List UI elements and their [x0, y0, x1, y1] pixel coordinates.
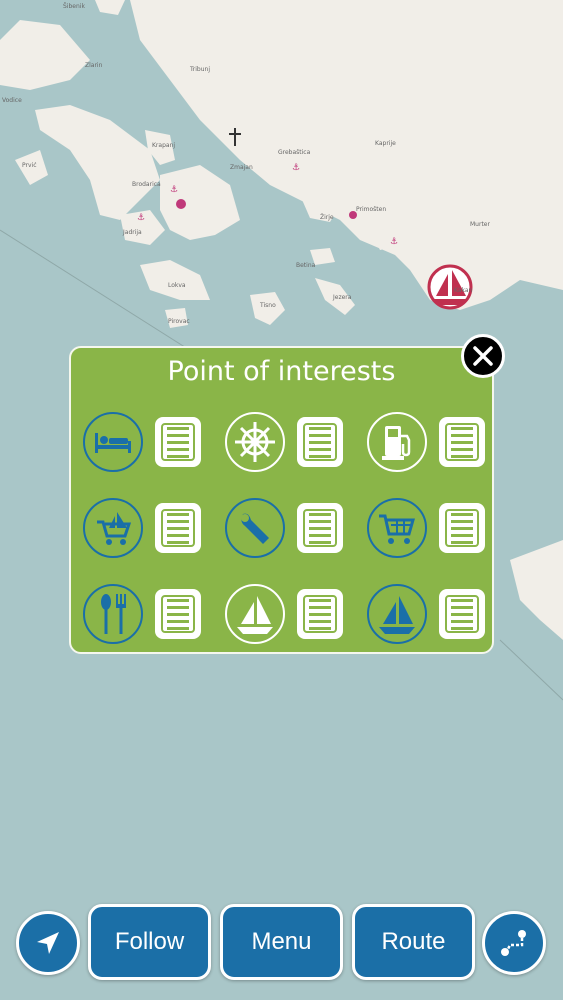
map-label: Vodice: [2, 97, 22, 104]
map-label: Tribunj: [190, 66, 210, 73]
list-button[interactable]: [297, 417, 343, 467]
close-button[interactable]: [461, 334, 505, 378]
route-button[interactable]: Route: [352, 904, 475, 980]
route-path-button[interactable]: [482, 911, 546, 975]
sailboat-blue-icon[interactable]: [367, 584, 427, 644]
anchor-icon[interactable]: ⚓: [137, 213, 145, 223]
map-label: Jadrija: [123, 229, 142, 236]
wrench-icon[interactable]: [225, 498, 285, 558]
list-button[interactable]: [297, 589, 343, 639]
map-label: Primošten: [356, 206, 387, 213]
fuel-pump-icon[interactable]: [367, 412, 427, 472]
map-label: Šibenik: [63, 3, 85, 10]
anchor-icon[interactable]: ⚓: [292, 163, 300, 173]
menu-button[interactable]: Menu: [220, 904, 343, 980]
svg-text:⚓: ⚓: [292, 163, 300, 173]
map-label: Prvić: [22, 162, 37, 169]
list-button[interactable]: [439, 503, 485, 553]
list-button[interactable]: [155, 417, 201, 467]
list-button[interactable]: [155, 589, 201, 639]
list-button[interactable]: [297, 503, 343, 553]
bed-icon[interactable]: [83, 412, 143, 472]
locate-button[interactable]: [16, 911, 80, 975]
list-button[interactable]: [439, 417, 485, 467]
map-label: Tisno: [260, 302, 276, 309]
map-label: Jezera: [333, 294, 352, 301]
follow-button[interactable]: Follow: [88, 904, 211, 980]
map-label: Zmajan: [230, 164, 253, 171]
map-label: Murter: [470, 221, 490, 228]
svg-text:⚓: ⚓: [390, 237, 398, 247]
ship-wheel-icon[interactable]: [225, 412, 285, 472]
map-label: Grebaštica: [278, 149, 311, 156]
map-label: Kakan: [454, 287, 473, 294]
close-icon: [473, 346, 493, 366]
map-label: Zlarin: [85, 62, 103, 69]
marina-marker-icon[interactable]: [176, 199, 186, 209]
poi-title: Point of interests: [167, 356, 396, 387]
poi-panel: Point of interests: [69, 346, 494, 654]
boat-cart-icon[interactable]: [83, 498, 143, 558]
svg-text:⚓: ⚓: [170, 185, 178, 195]
sailboat-white-icon[interactable]: [225, 584, 285, 644]
map-label: Lokva: [168, 282, 186, 289]
anchor-icon[interactable]: ⚓: [170, 185, 178, 195]
map-label: Brodarica: [132, 181, 161, 188]
map-label: Pirovac: [168, 318, 190, 325]
anchor-icon[interactable]: ⚓: [390, 237, 398, 247]
map-label: Betina: [296, 262, 316, 269]
list-button[interactable]: [439, 589, 485, 639]
map-label: Žirje: [320, 214, 334, 221]
fork-spoon-icon[interactable]: [83, 584, 143, 644]
shopping-cart-icon[interactable]: [367, 498, 427, 558]
navigation-arrow-icon: [37, 932, 59, 954]
svg-text:⚓: ⚓: [137, 213, 145, 223]
map-label: Kaprije: [375, 140, 396, 147]
map-label: Krapanj: [152, 142, 176, 149]
route-path-icon: [501, 930, 526, 956]
list-button[interactable]: [155, 503, 201, 553]
